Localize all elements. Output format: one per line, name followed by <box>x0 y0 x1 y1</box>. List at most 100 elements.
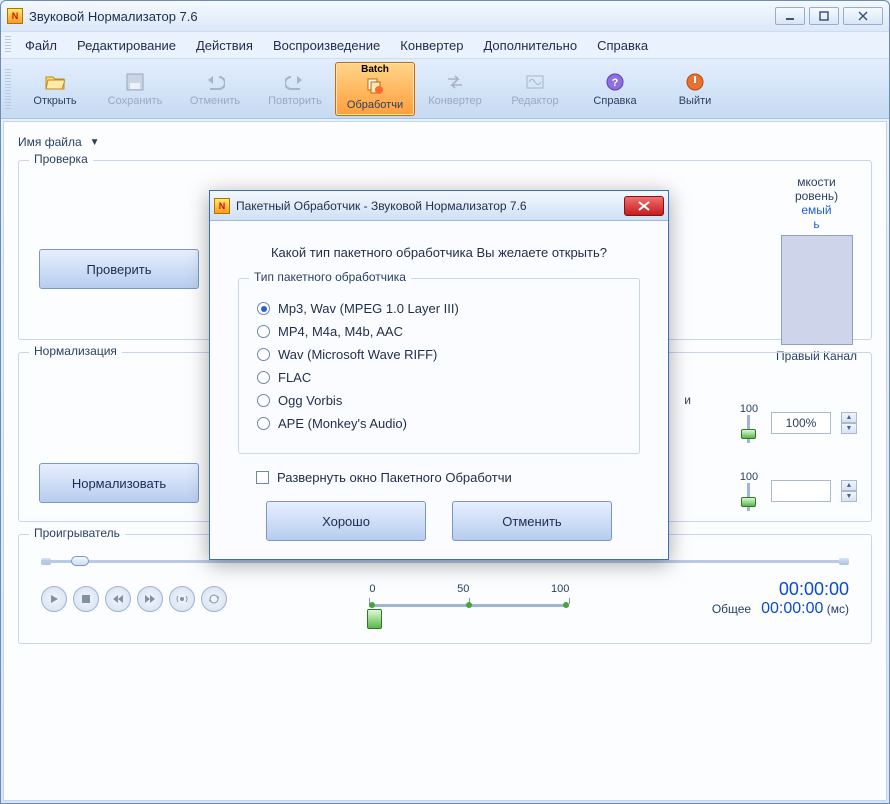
norm-spin-1-down[interactable]: ▼ <box>841 423 857 434</box>
minimize-button[interactable] <box>775 7 805 25</box>
file-header: Имя файла ▼ <box>18 130 872 154</box>
menu-edit[interactable]: Редактирование <box>67 34 186 57</box>
dialog-close-button[interactable] <box>624 196 664 216</box>
norm-spin-2-up[interactable]: ▲ <box>841 480 857 491</box>
window-title: Звуковой Нормализатор 7.6 <box>29 9 775 24</box>
app-icon: N <box>7 8 23 24</box>
radio-ape-label: APE (Monkey's Audio) <box>278 416 407 431</box>
player-total-label: Общее <box>712 602 751 616</box>
radio-ape[interactable]: APE (Monkey's Audio) <box>257 416 621 431</box>
player-time-total: 00:00:00 <box>761 600 823 617</box>
dialog-expand-checkbox[interactable]: Развернуть окно Пакетного Обработчи <box>256 470 640 485</box>
player-time-current: 00:00:00 <box>712 579 849 600</box>
editor-icon <box>524 71 546 93</box>
undo-icon <box>204 71 226 93</box>
player-scale-slider[interactable] <box>369 595 569 615</box>
tool-batch[interactable]: Batch Обработчи <box>335 62 415 116</box>
tool-save-label: Сохранить <box>108 95 163 107</box>
norm-spin-2[interactable] <box>771 480 831 502</box>
menu-converter[interactable]: Конвертер <box>390 34 473 57</box>
dialog-body: Какой тип пакетного обработчика Вы желае… <box>210 221 668 559</box>
tool-help[interactable]: ? Справка <box>575 62 655 116</box>
player-time-total-row: Общее 00:00:00 (мс) <box>712 600 849 618</box>
check-button[interactable]: Проверить <box>39 249 199 289</box>
channel-thumbnail <box>781 235 853 345</box>
norm-spin-1-up[interactable]: ▲ <box>841 412 857 423</box>
check-text-frag1: мкости <box>797 175 836 189</box>
tool-exit[interactable]: Выйти <box>655 62 735 116</box>
save-icon <box>124 71 146 93</box>
dialog-app-icon: N <box>214 198 230 214</box>
norm-sliders: 100 100% ▲ ▼ 100 ▲ <box>737 403 857 511</box>
norm-slider-2[interactable] <box>737 483 761 511</box>
audio-icon <box>176 593 188 605</box>
radio-mp3[interactable]: Mp3, Wav (MPEG 1.0 Layer III) <box>257 301 621 316</box>
redo-icon <box>284 71 306 93</box>
radio-wav-label: Wav (Microsoft Wave RIFF) <box>278 347 437 362</box>
check-link2[interactable]: ь <box>813 217 819 231</box>
dialog-titlebar: N Пакетный Обработчик - Звуковой Нормали… <box>210 191 668 221</box>
norm-spin-1[interactable]: 100% <box>771 412 831 434</box>
dialog-ok-button[interactable]: Хорошо <box>266 501 426 541</box>
normalize-button[interactable]: Нормализовать <box>39 463 199 503</box>
check-link1[interactable]: емый <box>801 203 831 217</box>
scale-label-0: 0 <box>369 583 375 595</box>
menu-file[interactable]: Файл <box>15 34 67 57</box>
tool-undo: Отменить <box>175 62 255 116</box>
tool-undo-label: Отменить <box>190 95 240 107</box>
titlebar: N Звуковой Нормализатор 7.6 <box>1 1 889 31</box>
exit-icon <box>684 71 706 93</box>
player-time-unit: (мс) <box>827 602 849 616</box>
menu-extra[interactable]: Дополнительно <box>473 34 587 57</box>
radio-icon <box>257 325 270 338</box>
tool-open[interactable]: Открыть <box>15 62 95 116</box>
scale-label-100: 100 <box>551 583 569 595</box>
norm-spin-1-buttons: ▲ ▼ <box>841 412 857 434</box>
close-icon <box>858 11 868 21</box>
check-text-frag2: ровень) <box>795 189 838 203</box>
tool-redo: Повторить <box>255 62 335 116</box>
tool-editor: Редактор <box>495 62 575 116</box>
player-next-button[interactable] <box>137 586 163 612</box>
player-stop-button[interactable] <box>73 586 99 612</box>
menubar: Файл Редактирование Действия Воспроизвед… <box>1 31 889 59</box>
dialog-group-title: Тип пакетного обработчика <box>249 270 411 284</box>
radio-flac-label: FLAC <box>278 370 311 385</box>
norm-frag-top: и <box>684 393 691 407</box>
radio-wav[interactable]: Wav (Microsoft Wave RIFF) <box>257 347 621 362</box>
player-repeat-button[interactable] <box>201 586 227 612</box>
tool-editor-label: Редактор <box>511 95 558 107</box>
scale-label-50: 50 <box>457 583 469 595</box>
dialog-option-group: Тип пакетного обработчика Mp3, Wav (MPEG… <box>238 278 640 454</box>
tool-exit-label: Выйти <box>679 95 712 107</box>
menu-help[interactable]: Справка <box>587 34 658 57</box>
menubar-grip <box>5 36 11 54</box>
player-scale: 0 50 100 <box>251 583 688 615</box>
player-time: 00:00:00 Общее 00:00:00 (мс) <box>712 579 849 618</box>
player-play-button[interactable] <box>41 586 67 612</box>
file-header-dropdown[interactable]: ▼ <box>90 137 100 148</box>
dialog-cancel-button[interactable]: Отменить <box>452 501 612 541</box>
menu-playback[interactable]: Воспроизведение <box>263 34 390 57</box>
radio-ogg[interactable]: Ogg Vorbis <box>257 393 621 408</box>
dialog-title: Пакетный Обработчик - Звуковой Нормализа… <box>236 199 624 213</box>
group-normalize-title: Нормализация <box>29 344 122 358</box>
norm-spin-2-down[interactable]: ▼ <box>841 491 857 502</box>
norm-spin-2-buttons: ▲ ▼ <box>841 480 857 502</box>
maximize-button[interactable] <box>809 7 839 25</box>
radio-mp4[interactable]: MP4, M4a, M4b, AAC <box>257 324 621 339</box>
radio-ogg-label: Ogg Vorbis <box>278 393 342 408</box>
batch-dialog: N Пакетный Обработчик - Звуковой Нормали… <box>209 190 669 560</box>
menu-actions[interactable]: Действия <box>186 34 263 57</box>
radio-flac[interactable]: FLAC <box>257 370 621 385</box>
svg-text:?: ? <box>612 77 619 89</box>
batch-icon <box>364 75 386 97</box>
group-player-title: Проигрыватель <box>29 526 125 540</box>
norm-slider-1[interactable] <box>737 415 761 443</box>
close-button[interactable] <box>843 7 883 25</box>
player-echo-button[interactable] <box>169 586 195 612</box>
player-prev-button[interactable] <box>105 586 131 612</box>
minimize-icon <box>785 11 795 21</box>
check-right-panel: мкости ровень) емый ь Правый Канал <box>776 175 857 363</box>
open-icon <box>44 71 66 93</box>
